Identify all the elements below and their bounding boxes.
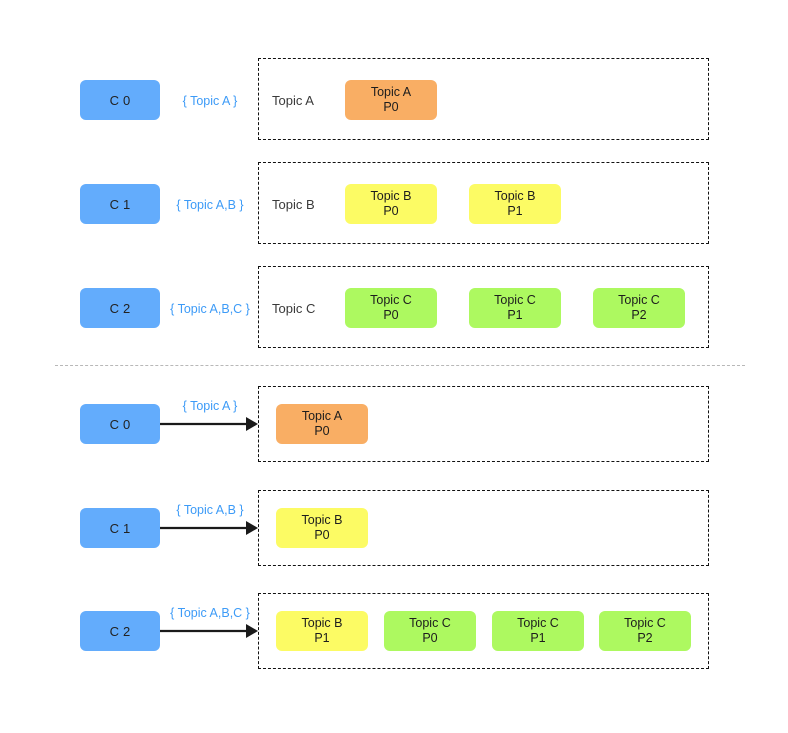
chip-partition-label: P2 bbox=[631, 308, 647, 322]
chip-topic-label: Topic B bbox=[301, 513, 343, 527]
consumer-label: C 0 bbox=[109, 416, 131, 432]
chip-partition-label: P0 bbox=[383, 100, 399, 114]
chip-partition-label: P1 bbox=[507, 204, 523, 218]
chip-topic-label: Topic B bbox=[370, 189, 412, 203]
partition-chip-topic-a-p0-top[interactable]: Topic A P0 bbox=[345, 80, 437, 120]
chip-topic-label: Topic B bbox=[301, 616, 343, 630]
consumer-label: C 2 bbox=[109, 623, 131, 639]
chip-partition-label: P0 bbox=[314, 528, 330, 542]
chip-topic-label: Topic C bbox=[618, 293, 660, 307]
subscription-label-c0-bottom: { Topic A } bbox=[182, 399, 238, 413]
topic-name-b-top: Topic B bbox=[272, 197, 315, 212]
section-divider bbox=[55, 365, 745, 366]
consumer-box-c1-top[interactable]: C 1 bbox=[80, 184, 160, 224]
consumer-label: C 0 bbox=[109, 92, 131, 108]
assignment-arrow-c0 bbox=[160, 417, 258, 431]
subscription-label-c1-bottom: { Topic A,B } bbox=[176, 503, 244, 517]
partition-chip-topic-c-p2-top[interactable]: Topic C P2 bbox=[593, 288, 685, 328]
consumer-box-c2-bottom[interactable]: C 2 bbox=[80, 611, 160, 651]
partition-chip-topic-c-p0-bottom[interactable]: Topic C P0 bbox=[384, 611, 476, 651]
consumer-label: C 1 bbox=[109, 196, 131, 212]
chip-topic-label: Topic C bbox=[624, 616, 666, 630]
partition-chip-topic-b-p1-bottom[interactable]: Topic B P1 bbox=[276, 611, 368, 651]
chip-partition-label: P0 bbox=[314, 424, 330, 438]
subscription-label-c2-bottom: { Topic A,B,C } bbox=[170, 606, 250, 620]
chip-partition-label: P1 bbox=[314, 631, 330, 645]
partition-chip-topic-c-p1-top[interactable]: Topic C P1 bbox=[469, 288, 561, 328]
chip-topic-label: Topic B bbox=[494, 189, 536, 203]
chip-partition-label: P0 bbox=[422, 631, 438, 645]
assignment-arrow-c1 bbox=[160, 521, 258, 535]
diagram-canvas: C 0 { Topic A } Topic A Topic A P0 C 1 {… bbox=[0, 0, 788, 733]
subscription-label-c2-top: { Topic A,B,C } bbox=[170, 302, 250, 316]
topic-name-a-top: Topic A bbox=[272, 93, 314, 108]
consumer-box-c0-top[interactable]: C 0 bbox=[80, 80, 160, 120]
partition-chip-topic-b-p1-top[interactable]: Topic B P1 bbox=[469, 184, 561, 224]
chip-partition-label: P1 bbox=[507, 308, 523, 322]
topic-name-c-top: Topic C bbox=[272, 301, 316, 316]
chip-topic-label: Topic A bbox=[370, 85, 412, 99]
consumer-label: C 1 bbox=[109, 520, 131, 536]
chip-topic-label: Topic C bbox=[517, 616, 559, 630]
chip-topic-label: Topic C bbox=[409, 616, 451, 630]
partition-chip-topic-a-p0-bottom[interactable]: Topic A P0 bbox=[276, 404, 368, 444]
chip-topic-label: Topic C bbox=[494, 293, 536, 307]
partition-chip-topic-c-p0-top[interactable]: Topic C P0 bbox=[345, 288, 437, 328]
consumer-label: C 2 bbox=[109, 300, 131, 316]
partition-chip-topic-b-p0-bottom[interactable]: Topic B P0 bbox=[276, 508, 368, 548]
chip-partition-label: P2 bbox=[637, 631, 653, 645]
partition-chip-topic-c-p2-bottom[interactable]: Topic C P2 bbox=[599, 611, 691, 651]
subscription-label-c1-top: { Topic A,B } bbox=[176, 198, 244, 212]
topic-container-a-top bbox=[258, 58, 709, 140]
chip-topic-label: Topic A bbox=[301, 409, 343, 423]
partition-chip-topic-c-p1-bottom[interactable]: Topic C P1 bbox=[492, 611, 584, 651]
consumer-box-c2-top[interactable]: C 2 bbox=[80, 288, 160, 328]
consumer-box-c0-bottom[interactable]: C 0 bbox=[80, 404, 160, 444]
chip-partition-label: P1 bbox=[530, 631, 546, 645]
partition-chip-topic-b-p0-top[interactable]: Topic B P0 bbox=[345, 184, 437, 224]
chip-partition-label: P0 bbox=[383, 308, 399, 322]
subscription-label-c0-top: { Topic A } bbox=[182, 94, 238, 108]
consumer-box-c1-bottom[interactable]: C 1 bbox=[80, 508, 160, 548]
chip-partition-label: P0 bbox=[383, 204, 399, 218]
chip-topic-label: Topic C bbox=[370, 293, 412, 307]
assignment-arrow-c2 bbox=[160, 624, 258, 638]
